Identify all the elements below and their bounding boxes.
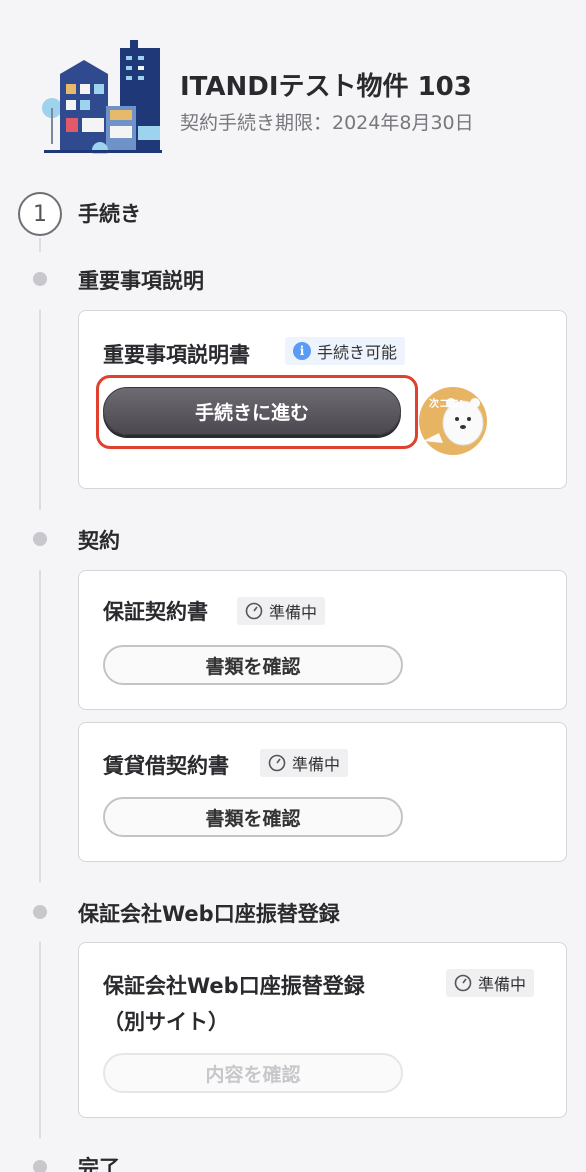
status-badge-label: 準備中 <box>269 603 318 622</box>
card-title: 賃貸借契約書 <box>103 754 229 778</box>
contract-deadline: 契約手続き期限：2024年8月30日 <box>180 112 474 134</box>
lease-contract-card: 賃貸借契約書 準備中 書類を確認 <box>78 722 567 862</box>
check-content-button[interactable]: 内容を確認 <box>103 1053 403 1093</box>
section-title-important: 重要事項説明 <box>78 269 204 293</box>
card-title: 保証契約書 <box>103 600 208 624</box>
section-dot <box>33 905 47 919</box>
building-illustration <box>42 40 162 154</box>
status-badge-preparing: 準備中 <box>260 749 349 777</box>
property-name: ITANDIテスト物件 103 <box>180 72 472 102</box>
info-icon: i <box>293 342 311 360</box>
clock-icon <box>268 754 286 772</box>
step-label: 手続き <box>78 202 141 226</box>
step-number-circle: 1 <box>18 192 62 236</box>
clock-icon <box>245 602 263 620</box>
important-doc-card: 重要事項説明書 i 手続き可能 手続きに進む 次ココ! <box>78 310 567 489</box>
mascot-label: 次ココ! <box>429 397 464 410</box>
status-badge-available: i 手続き可能 <box>285 337 406 365</box>
status-badge-preparing: 準備中 <box>446 969 535 997</box>
section-dot <box>33 1160 47 1172</box>
property-header: ITANDIテスト物件 103 契約手続き期限：2024年8月30日 <box>40 38 560 158</box>
timeline-rail <box>39 310 41 510</box>
status-badge-preparing: 準備中 <box>237 597 326 625</box>
check-documents-button[interactable]: 書類を確認 <box>103 645 403 685</box>
section-dot <box>33 272 47 286</box>
timeline-rail <box>39 570 41 882</box>
web-transfer-card: 保証会社Web口座振替登録 （別サイト） 準備中 内容を確認 <box>78 942 567 1118</box>
section-dot <box>33 532 47 546</box>
card-title-line2: （別サイト） <box>103 1010 229 1034</box>
status-badge-label: 手続き可能 <box>317 343 398 362</box>
check-documents-button[interactable]: 書類を確認 <box>103 797 403 837</box>
guarantee-contract-card: 保証契約書 準備中 書類を確認 <box>78 570 567 710</box>
timeline-rail <box>39 238 41 252</box>
status-badge-label: 準備中 <box>292 755 341 774</box>
section-title-web-transfer: 保証会社Web口座振替登録 <box>78 902 340 926</box>
card-title: 重要事項説明書 <box>103 343 250 367</box>
timeline-rail <box>39 942 41 1138</box>
proceed-button[interactable]: 手続きに進む <box>103 387 401 435</box>
card-title-line1: 保証会社Web口座振替登録 <box>103 974 365 998</box>
bear-mascot-icon: 次ココ! <box>419 387 487 455</box>
clock-icon <box>454 974 472 992</box>
section-title-complete: 完了 <box>78 1156 120 1172</box>
section-title-contract: 契約 <box>78 529 120 553</box>
status-badge-label: 準備中 <box>478 975 527 994</box>
